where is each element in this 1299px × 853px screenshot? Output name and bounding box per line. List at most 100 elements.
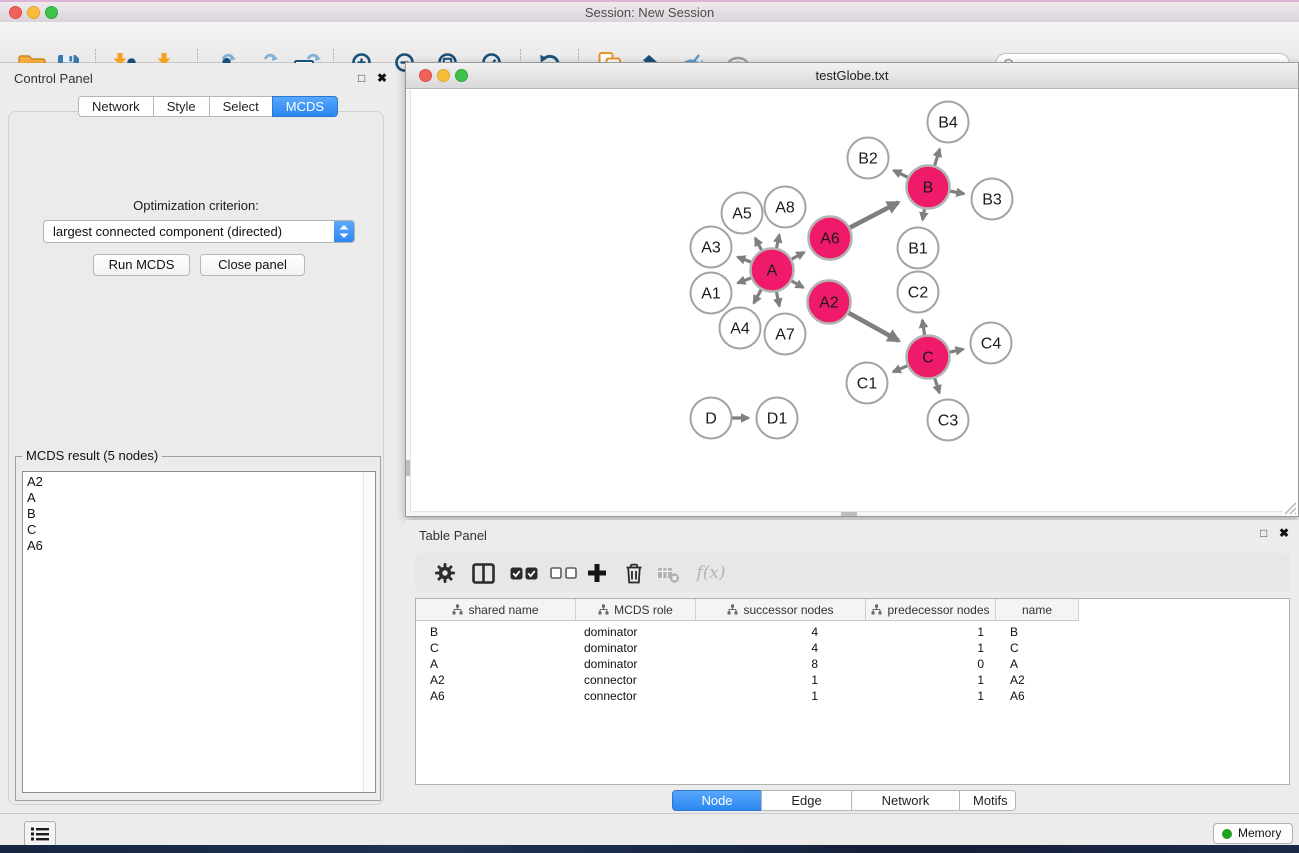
mcds-result-group: MCDS result (5 nodes) A2ABCA6 <box>15 456 381 801</box>
table-row[interactable]: Cdominator41C <box>416 640 1289 656</box>
function-icon[interactable]: f(x) <box>693 560 729 586</box>
column-header-mcds-role[interactable]: MCDS role <box>576 599 696 621</box>
table-cell <box>1079 688 1289 704</box>
main-titlebar: Session: New Session <box>0 0 1299 22</box>
delete-table-icon[interactable] <box>655 560 683 586</box>
table-cell: C <box>416 640 576 656</box>
graph-node-label: D <box>705 411 717 428</box>
column-header-shared-name[interactable]: shared name <box>416 599 576 621</box>
float-panel-icon[interactable]: □ <box>358 71 365 85</box>
column-header-name[interactable]: name <box>996 599 1079 621</box>
table-toolbar: f(x) <box>415 553 1290 592</box>
table-cell: A2 <box>416 672 576 688</box>
table-cell: A2 <box>996 672 1079 688</box>
mcds-result-list[interactable]: A2ABCA6 <box>22 471 376 793</box>
graph-edge[interactable] <box>791 252 804 259</box>
graph-edge[interactable] <box>934 149 939 166</box>
session-title: Session: New Session <box>0 5 1299 20</box>
table-header: shared name MCDS role successor nodes pr… <box>416 599 1289 621</box>
table-cell: 4 <box>696 640 866 656</box>
table-cell: A <box>996 656 1079 672</box>
table-cell: dominator <box>576 624 696 640</box>
table-cell: 1 <box>696 672 866 688</box>
close-panel-icon[interactable]: ✖ <box>377 71 387 85</box>
tab-select[interactable]: Select <box>209 96 273 117</box>
graph-edge[interactable] <box>949 349 963 352</box>
table-cell: B <box>996 624 1079 640</box>
tab-network-table[interactable]: Network Table <box>851 790 960 811</box>
graph-edge[interactable] <box>738 278 752 283</box>
tab-motifs[interactable]: Motifs <box>959 790 1016 811</box>
mcds-result-item[interactable]: A2 <box>27 474 361 490</box>
task-history-button[interactable] <box>24 821 56 846</box>
network-canvas[interactable]: B4B2BB3A8A5A6A3B1AC2A1A2A4A7C4CC1C3DD1 <box>407 90 1298 516</box>
network-view-window: testGlobe.txt B4B2BB3A8A5A6A3B1AC2A1A2A4… <box>405 62 1299 517</box>
run-mcds-button[interactable]: Run MCDS <box>93 254 190 276</box>
mcds-result-title: MCDS result (5 nodes) <box>22 448 162 463</box>
select-stepper-icon <box>334 221 354 242</box>
graph-edge[interactable] <box>893 365 908 371</box>
graph-edge[interactable] <box>949 191 964 194</box>
graph-edge[interactable] <box>776 235 779 249</box>
tab-edge-table[interactable]: Edge Table <box>761 790 852 811</box>
add-icon[interactable] <box>583 560 611 586</box>
resize-grip-icon[interactable] <box>1283 501 1297 515</box>
table-cell <box>1079 656 1289 672</box>
graph-node-label: A6 <box>820 231 840 248</box>
graph-edge[interactable] <box>754 289 762 303</box>
graph-node-label: B1 <box>908 241 928 258</box>
graph-node-label: D1 <box>767 411 788 428</box>
mcds-result-item[interactable]: A6 <box>27 538 361 554</box>
deselect-all-icon[interactable] <box>546 560 580 586</box>
graph-edge[interactable] <box>738 257 752 262</box>
table-row[interactable]: Adominator80A <box>416 656 1289 672</box>
network-window-titlebar[interactable]: testGlobe.txt <box>406 63 1298 89</box>
graph-edge[interactable] <box>894 170 909 177</box>
table-body: Bdominator41BCdominator41CAdominator80AA… <box>416 621 1289 704</box>
table-cell: dominator <box>576 656 696 672</box>
mcds-result-item[interactable]: B <box>27 506 361 522</box>
horizontal-scrollbar[interactable] <box>412 511 1282 516</box>
table-cell: A <box>416 656 576 672</box>
graph-edge[interactable] <box>922 320 924 336</box>
vertical-scrollbar[interactable] <box>406 90 411 515</box>
table-row[interactable]: Bdominator41B <box>416 624 1289 640</box>
close-panel-button[interactable]: Close panel <box>200 254 305 276</box>
graph-node-label: A8 <box>775 200 795 217</box>
graph-edge[interactable] <box>935 377 940 392</box>
control-panel-title: Control Panel <box>14 71 93 86</box>
graph-node-label: A1 <box>701 286 721 303</box>
memory-button[interactable]: Memory <box>1213 823 1293 844</box>
split-columns-icon[interactable] <box>469 560 497 586</box>
tab-node-table[interactable]: Node Table <box>672 790 762 811</box>
tab-style[interactable]: Style <box>153 96 210 117</box>
graph-edge[interactable] <box>791 281 804 288</box>
network-file-title: testGlobe.txt <box>406 68 1298 83</box>
tab-network[interactable]: Network <box>78 96 154 117</box>
table-row[interactable]: A6connector11A6 <box>416 688 1289 704</box>
float-panel-icon[interactable]: □ <box>1260 526 1267 540</box>
table-row[interactable]: A2connector11A2 <box>416 672 1289 688</box>
table-cell: B <box>416 624 576 640</box>
close-panel-icon[interactable]: ✖ <box>1279 526 1289 540</box>
mcds-result-item[interactable]: C <box>27 522 361 538</box>
trash-icon[interactable] <box>620 560 648 586</box>
tab-mcds[interactable]: MCDS <box>272 96 338 117</box>
graph-edge[interactable] <box>776 291 779 306</box>
table-cell: connector <box>576 688 696 704</box>
gear-icon[interactable] <box>431 560 459 586</box>
table-cell: 1 <box>696 688 866 704</box>
criterion-select[interactable]: largest connected component (directed) <box>43 220 355 243</box>
graph-edge[interactable] <box>923 208 925 220</box>
select-all-icon[interactable] <box>507 560 541 586</box>
graph-node-label: C2 <box>908 285 929 302</box>
mcds-result-item[interactable]: A <box>27 490 361 506</box>
table-cell: 1 <box>866 688 996 704</box>
graph-edge[interactable] <box>848 312 899 340</box>
graph-edge[interactable] <box>849 202 898 228</box>
column-header-successor-nodes[interactable]: successor nodes <box>696 599 866 621</box>
criterion-selected-value: largest connected component (directed) <box>53 224 282 239</box>
graph-edge[interactable] <box>755 238 762 251</box>
list-scrollbar[interactable] <box>363 472 375 792</box>
column-header-predecessor-nodes[interactable]: predecessor nodes <box>866 599 996 621</box>
